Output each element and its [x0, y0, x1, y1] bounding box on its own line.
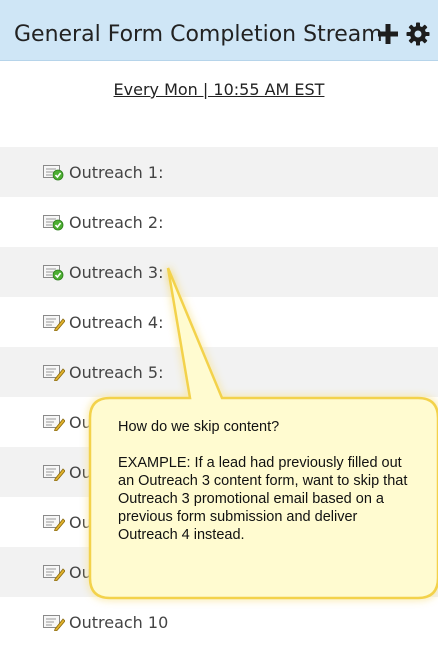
outreach-label: Out — [69, 412, 99, 432]
outreach-label: Outreach 1: — [69, 162, 164, 182]
email-checked-icon — [43, 165, 64, 181]
outreach-label: Outreach 3: — [69, 262, 164, 282]
outreach-label: Ou — [69, 512, 92, 532]
email-checked-icon — [43, 265, 64, 281]
outreach-label: Ou — [69, 462, 92, 482]
schedule-link[interactable]: Every Mon | 10:55 AM EST — [0, 80, 438, 99]
list-item[interactable]: Outreach 3: — [0, 247, 438, 297]
email-edit-icon — [43, 565, 65, 581]
email-edit-icon — [43, 415, 65, 431]
list-item[interactable]: Outreach 10 — [0, 597, 438, 647]
stream-header: General Form Completion Stream — [0, 0, 438, 61]
outreach-label: Ou — [69, 562, 92, 582]
header-actions — [376, 22, 430, 46]
list-item[interactable]: Outreach 2: — [0, 197, 438, 247]
email-edit-icon — [43, 515, 65, 531]
email-edit-icon — [43, 465, 65, 481]
outreach-label: Outreach 2: — [69, 212, 164, 232]
email-checked-icon — [43, 215, 64, 231]
outreach-label: Outreach 4: — [69, 312, 164, 332]
list-item[interactable]: Outreach 4: — [0, 297, 438, 347]
email-edit-icon — [43, 365, 65, 381]
gear-icon[interactable] — [406, 22, 430, 46]
outreach-list: Outreach 1: Outreach 2: Outreach 3: Outreac… — [0, 147, 438, 647]
outreach-label: Outreach 5: — [69, 362, 164, 382]
list-item[interactable]: Outreach 1: — [0, 147, 438, 197]
stream-title: General Form Completion Stream — [14, 22, 383, 47]
list-item[interactable]: Ou — [0, 547, 438, 597]
callout-text: How do we skip content? EXAMPLE: If a le… — [118, 418, 418, 544]
callout-question: How do we skip content? — [118, 419, 280, 435]
outreach-label: Outreach 10 — [69, 612, 169, 632]
plus-icon[interactable] — [376, 22, 400, 46]
email-edit-icon — [43, 315, 65, 331]
list-item[interactable]: Outreach 5: — [0, 347, 438, 397]
email-edit-icon — [43, 615, 65, 631]
callout-example: EXAMPLE: If a lead had previously filled… — [118, 455, 408, 543]
